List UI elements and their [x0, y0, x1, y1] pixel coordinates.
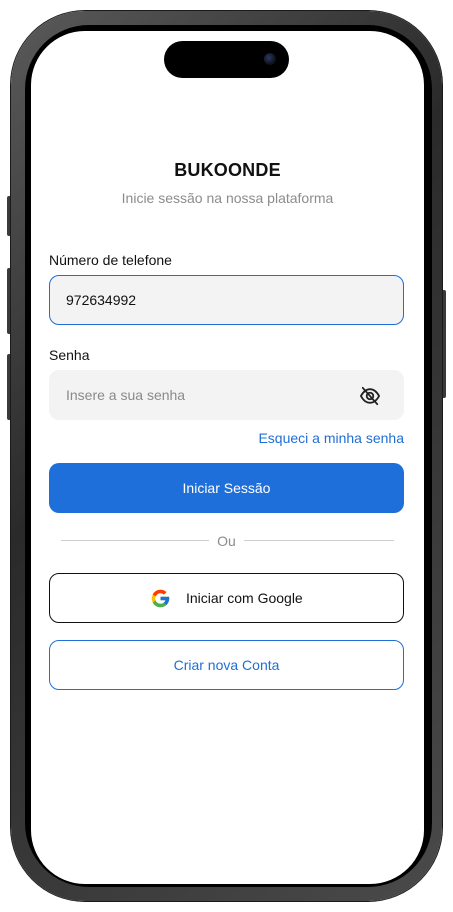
- eye-off-icon[interactable]: [359, 386, 381, 406]
- divider-line-left: [61, 540, 209, 541]
- forgot-password-link[interactable]: Esqueci a minha senha: [258, 430, 404, 446]
- phone-label: Número de telefone: [49, 252, 172, 268]
- create-account-button[interactable]: Criar nova Conta: [49, 640, 404, 690]
- divider-line-right: [244, 540, 394, 541]
- phone-input-value: 972634992: [66, 292, 137, 308]
- login-button[interactable]: Iniciar Sessão: [49, 463, 404, 513]
- app-title: BUKOONDE: [174, 160, 281, 180]
- password-label: Senha: [49, 347, 90, 363]
- app-subtitle: Inicie sessão na nossa plataforma: [121, 190, 334, 206]
- dynamic-island: [164, 41, 289, 78]
- google-signin-button[interactable]: Iniciar com Google: [49, 573, 404, 623]
- front-camera-icon: [264, 53, 276, 65]
- google-icon: [151, 589, 170, 608]
- password-input[interactable]: Insere a sua senha: [49, 370, 404, 420]
- phone-mockup: BUKOONDE Inicie sessão na nossa platafor…: [0, 0, 453, 912]
- password-placeholder: Insere a sua senha: [66, 387, 186, 403]
- divider-text: Ou: [217, 533, 236, 549]
- google-signin-label: Iniciar com Google: [186, 590, 303, 606]
- login-screen: BUKOONDE Inicie sessão na nossa platafor…: [31, 31, 424, 884]
- phone-input[interactable]: 972634992: [49, 275, 404, 325]
